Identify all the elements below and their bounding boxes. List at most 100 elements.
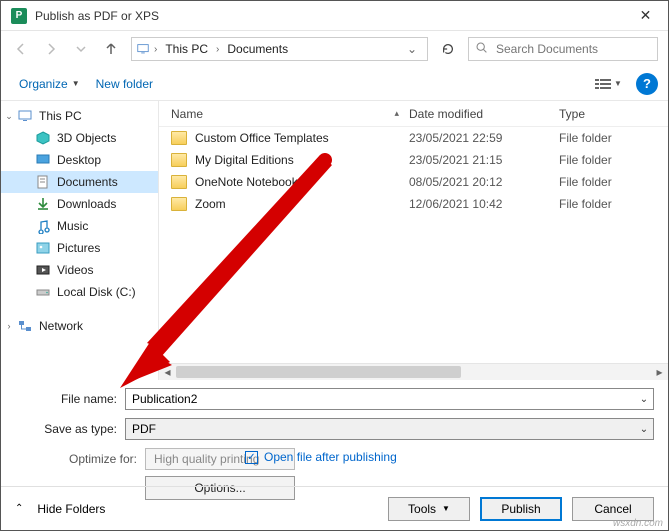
close-button[interactable]: ✕ [623,1,668,31]
filename-input[interactable] [126,392,635,406]
expand-icon[interactable]: › [4,321,14,331]
tree-label: 3D Objects [57,131,116,145]
scroll-right-icon[interactable]: ▸ [651,364,668,381]
organize-label: Organize [19,77,68,91]
cancel-button[interactable]: Cancel [572,497,654,521]
tree-label: Network [39,319,83,333]
savetype-combo[interactable]: ⌄ [125,418,654,440]
publish-button[interactable]: Publish [480,497,562,521]
optimize-label: Optimize for: [15,448,145,466]
tree-this-pc[interactable]: ⌄ This PC [1,105,158,127]
hide-folders-link[interactable]: Hide Folders [37,502,105,516]
scrollbar-thumb[interactable] [176,366,461,378]
breadcrumb[interactable]: › This PC › Documents ⌄ [131,37,428,61]
file-name: OneNote Notebooks [195,175,304,189]
drive-icon [35,284,51,300]
tree-desktop[interactable]: Desktop [1,149,158,171]
organize-menu[interactable]: Organize ▼ [11,73,88,95]
breadcrumb-dropdown[interactable]: ⌄ [401,42,423,56]
search-field[interactable] [494,41,653,57]
file-name: Zoom [195,197,226,211]
chevron-right-icon: › [154,44,157,55]
tree-label: Desktop [57,153,101,167]
breadcrumb-root[interactable]: This PC [161,40,212,58]
folder-icon [171,175,187,189]
help-button[interactable]: ? [636,73,658,95]
tree-local-disk[interactable]: Local Disk (C:) [1,281,158,303]
videos-icon [35,262,51,278]
breadcrumb-folder[interactable]: Documents [223,40,292,58]
tree-label: Documents [57,175,118,189]
search-input[interactable] [468,37,658,61]
table-row[interactable]: Zoom 12/06/2021 10:42File folder [159,193,668,215]
file-type: File folder [559,175,668,189]
savetype-value[interactable] [126,422,635,436]
pictures-icon [35,240,51,256]
horizontal-scrollbar[interactable]: ◂ ▸ [159,363,668,380]
app-icon: P [11,8,27,24]
sort-indicator-icon: ▴ [394,108,399,119]
table-row[interactable]: Custom Office Templates23/05/2021 22:59F… [159,127,668,149]
filename-label: File name: [15,392,125,406]
column-name[interactable]: Name ▴ [159,107,409,121]
table-row[interactable]: OneNote Notebooks 08/05/2021 20:12File fo… [159,171,668,193]
chevron-down-icon: ▼ [442,504,450,513]
network-icon [17,318,33,334]
chevron-down-icon[interactable]: ⌄ [635,394,653,405]
monitor-icon [17,108,33,124]
file-date: 08/05/2021 20:12 [409,175,559,189]
file-type: File folder [559,197,668,211]
file-date: 23/05/2021 21:15 [409,153,559,167]
column-date[interactable]: Date modified [409,107,559,121]
tree-music[interactable]: Music [1,215,158,237]
desktop-icon [35,152,51,168]
filename-combo[interactable]: ⌄ [125,388,654,410]
tree-label: Music [57,219,88,233]
file-date: 12/06/2021 10:42 [409,197,559,211]
tree-videos[interactable]: Videos [1,259,158,281]
documents-icon [35,174,51,190]
column-headers[interactable]: Name ▴ Date modified Type [159,101,668,127]
tools-menu[interactable]: Tools ▼ [388,497,470,521]
file-name: My Digital Editions [195,153,294,167]
tree-label: Downloads [57,197,116,211]
savetype-label: Save as type: [15,422,125,436]
table-row[interactable]: My Digital Editions23/05/2021 21:15File … [159,149,668,171]
view-options-button[interactable]: ▼ [590,72,626,96]
folder-icon [171,197,187,211]
file-list[interactable]: Custom Office Templates23/05/2021 22:59F… [159,127,668,363]
tools-label: Tools [408,502,436,516]
tree-downloads[interactable]: Downloads [1,193,158,215]
tree-label: This PC [39,109,82,123]
tree-pictures[interactable]: Pictures [1,237,158,259]
collapse-icon[interactable]: ⌄ [4,111,14,122]
file-date: 23/05/2021 22:59 [409,131,559,145]
folder-icon [171,131,187,145]
tree-documents[interactable]: Documents [1,171,158,193]
up-button[interactable] [97,35,125,63]
download-icon [35,196,51,212]
watermark: wsxdn.com [613,518,663,529]
chevron-right-icon: › [216,44,219,55]
new-folder-button[interactable]: New folder [88,73,161,95]
forward-button[interactable] [37,35,65,63]
window-title: Publish as PDF or XPS [35,9,623,23]
checkbox-checked-icon[interactable]: ✓ [245,451,258,464]
tree-label: Videos [57,263,93,277]
column-type[interactable]: Type [559,107,668,121]
collapse-icon[interactable]: ⌃ [15,503,23,514]
music-icon [35,218,51,234]
navigation-tree[interactable]: ⌄ This PC 3D Objects Desktop Documents D… [1,101,159,380]
column-name-label: Name [171,107,203,121]
cube-icon [35,130,51,146]
tree-3d-objects[interactable]: 3D Objects [1,127,158,149]
search-icon [475,41,488,57]
chevron-down-icon[interactable]: ⌄ [635,424,653,435]
file-type: File folder [559,131,668,145]
recent-locations-button[interactable] [67,35,95,63]
back-button[interactable] [7,35,35,63]
refresh-button[interactable] [434,35,462,63]
scroll-left-icon[interactable]: ◂ [159,364,176,381]
tree-network[interactable]: › Network [1,315,158,337]
chevron-down-icon: ▼ [614,79,622,88]
